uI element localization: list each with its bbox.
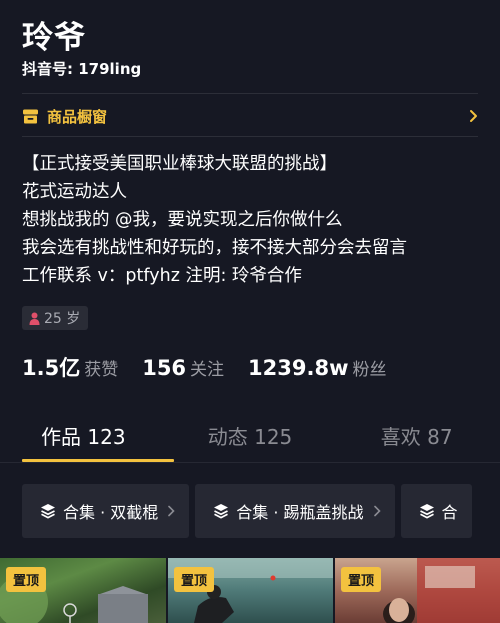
chevron-right-icon xyxy=(373,505,381,517)
bio-line: 我会选有挑战性和好玩的，接不接大部分会去留言 xyxy=(22,238,407,258)
collection-chip[interactable]: 合集 · 双截棍 xyxy=(22,484,190,538)
shop-window-label: 商品橱窗 xyxy=(47,107,108,126)
layers-icon xyxy=(214,504,229,519)
likes-stat[interactable]: 1.5亿 获赞 xyxy=(22,352,118,382)
shop-window-row[interactable]: 商品橱窗 xyxy=(22,100,478,132)
age-tag: 25 岁 xyxy=(22,306,89,330)
collection-label: 合集 · 双截棍 xyxy=(63,503,159,522)
tab-activity[interactable]: 动态 125 xyxy=(167,416,334,462)
bio-line: 【正式接受美国职业棒球大联盟的挑战】 xyxy=(22,154,337,174)
profile-stats: 1.5亿 获赞 156 关注 1239.8w 粉丝 xyxy=(22,352,410,382)
following-label: 关注 xyxy=(190,360,225,380)
shop-window-icon xyxy=(23,109,38,123)
following-count: 156 xyxy=(142,356,187,380)
collection-label: 合集 · 踢瓶盖挑战 xyxy=(236,503,364,522)
layers-icon xyxy=(41,504,55,519)
douyin-id[interactable]: 抖音号: 179ling xyxy=(22,58,141,79)
bio-line: 工作联系 v：ptfyhz 注明: 玲爷合作 xyxy=(22,266,302,286)
video-thumbnail[interactable]: 置顶 xyxy=(0,558,166,623)
video-thumbnail[interactable]: 置顶 xyxy=(335,558,500,623)
bio-line: 花式运动达人 xyxy=(22,182,127,202)
pinned-badge: 置顶 xyxy=(174,567,215,592)
profile-tabs: 作品 123 动态 125 喜欢 87 xyxy=(0,416,500,462)
pinned-badge: 置顶 xyxy=(341,567,382,592)
chevron-right-icon xyxy=(470,110,477,122)
video-grid: 置顶 置顶 置顶 xyxy=(0,558,500,623)
collection-chip[interactable]: 合集 · 踢瓶盖挑战 xyxy=(195,484,395,538)
bio-line: 想挑战我的 @我，要说实现之后你做什么 xyxy=(22,210,343,230)
divider xyxy=(22,136,478,137)
age-label: 25 岁 xyxy=(44,311,81,327)
divider xyxy=(22,93,478,94)
likes-count: 1.5亿 xyxy=(22,356,81,380)
divider xyxy=(0,462,500,463)
chevron-right-icon xyxy=(168,505,175,517)
followers-stat[interactable]: 1239.8w 粉丝 xyxy=(248,355,386,380)
profile-name: 玲爷 xyxy=(22,20,86,56)
pinned-badge: 置顶 xyxy=(6,567,47,592)
followers-count: 1239.8w xyxy=(248,356,349,380)
collection-chip[interactable]: 合 xyxy=(400,484,472,538)
following-stat[interactable]: 156 关注 xyxy=(142,355,224,380)
female-icon xyxy=(29,312,40,325)
collection-label: 合 xyxy=(441,503,458,522)
video-thumbnail[interactable]: 置顶 xyxy=(168,558,333,623)
layers-icon xyxy=(419,504,434,519)
collections-row: 合集 · 双截棍 合集 · 踢瓶盖挑战 合 xyxy=(22,484,500,538)
followers-label: 粉丝 xyxy=(352,360,387,380)
likes-label: 获赞 xyxy=(84,360,119,380)
tab-works[interactable]: 作品 123 xyxy=(0,416,167,462)
tab-likes[interactable]: 喜欢 87 xyxy=(333,416,500,462)
bio: 【正式接受美国职业棒球大联盟的挑战】 花式运动达人 想挑战我的 @我，要说实现之… xyxy=(22,150,407,290)
